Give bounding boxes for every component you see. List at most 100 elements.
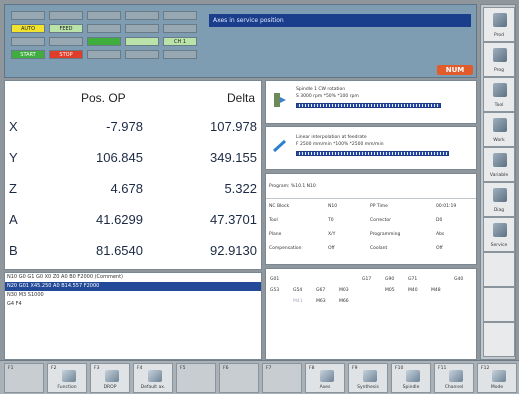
info-value: D0 [436,218,443,223]
info-value: Abs [436,232,445,237]
function-softkey[interactable]: F2 Function [47,363,87,393]
function-softkey[interactable]: F10 Spindle [391,363,431,393]
gcode-cell: M03 [339,288,349,293]
axis-name: X [9,119,18,134]
softkey-label: Axes [319,385,331,390]
mode-button[interactable]: START [11,50,45,59]
softkey-number: F2 [51,366,57,371]
gcode-cell: G17 [362,277,372,282]
softkey-label: Function [57,385,77,390]
status-header: AUTO FEED CH 1 START STOP Axes in service po… [4,4,477,78]
mode-button[interactable] [49,37,83,46]
function-softkey[interactable]: F11 Channel [434,363,474,393]
side-softkey[interactable]: Work [483,112,515,147]
function-softkey[interactable]: F12 Mode [477,363,517,393]
mode-button[interactable]: AUTO [11,24,45,33]
side-softkey[interactable]: Variable [483,147,515,182]
softkey-icon [148,370,162,382]
gcode-cell: M63 [316,299,326,304]
mode-button[interactable]: FEED [49,24,83,33]
mode-button[interactable] [87,11,121,20]
mode-button[interactable] [125,50,159,59]
softkey-icon [493,48,507,62]
side-softkey[interactable]: Prod [483,7,515,42]
softkey-number: F10 [395,366,404,371]
side-softkey[interactable]: Prog [483,42,515,77]
info-value: Off [436,246,443,251]
mode-button[interactable] [125,24,159,33]
softkey-number: F9 [352,366,358,371]
mode-button[interactable] [125,37,159,46]
function-softkey[interactable]: F1 [4,363,44,393]
softkey-icon [105,370,119,382]
side-softkey[interactable]: Tool [483,77,515,112]
side-softkey-label: Tool [494,103,504,108]
function-softkey[interactable]: F7 [262,363,302,393]
softkey-label: Synthesis [357,385,379,390]
axis-delta-value: 5.322 [224,181,257,196]
mode-button[interactable] [87,50,121,59]
softkey-icon [493,223,507,237]
softkey-number: F5 [180,366,186,371]
mode-button[interactable] [163,50,197,59]
axis-position-value: 81.6540 [96,243,143,258]
spindle-line-2: S 3000 rpm *50% *100 rpm [296,94,359,99]
interpolation-line-1: Linear interpolation at feedrate [296,135,367,140]
mode-button[interactable] [11,37,45,46]
function-softkey[interactable]: F3 DROP [90,363,130,393]
softkey-number: F11 [438,366,447,371]
side-softkey-label: Work [493,138,505,143]
mode-button[interactable] [163,11,197,20]
program-line[interactable]: N20 G01 X45.250 A0 B14.557 F2000 [5,282,261,291]
mode-button[interactable] [11,11,45,20]
mode-button[interactable] [49,11,83,20]
softkey-label: Default ax. [140,385,166,390]
axis-position-panel: Pos. OP Delta X -7.978 107.978 Y 106.845 349.… [4,80,262,270]
program-listing[interactable]: N10 G0 G1 G0 X0 Z0 A0 B0 F2000 (Comment)… [4,272,262,360]
axis-position-value: -7.978 [106,119,143,134]
axis-delta-value: 107.978 [210,119,257,134]
program-line[interactable]: N10 G0 G1 G0 X0 Z0 A0 B0 F2000 (Comment) [5,273,261,282]
mode-button[interactable] [163,24,197,33]
info-value: X/Y [328,232,336,237]
pos-op-header: Pos. OP [81,91,126,105]
gcode-cell: G53 [270,288,280,293]
side-softkey-bar: Prod Prog Tool Work Variable Diag Service [480,4,516,360]
side-softkey[interactable]: Diag [483,182,515,217]
softkey-icon [449,370,463,382]
function-softkey[interactable]: F5 [176,363,216,393]
divider [266,198,476,199]
side-softkey[interactable]: Service [483,217,515,252]
mode-button[interactable]: CH 1 [163,37,197,46]
side-softkey[interactable] [483,252,515,287]
function-softkey[interactable]: F8 Axes [305,363,345,393]
info-key: Coolant [370,246,388,251]
program-line[interactable]: N30 M3 S1000 [5,291,261,300]
mode-button[interactable] [87,37,121,46]
softkey-label: Spindle [402,385,420,390]
mode-button[interactable] [87,24,121,33]
softkey-number: F12 [481,366,490,371]
axis-name: Y [9,150,18,165]
side-softkey-label: Prog [494,68,504,73]
axis-row: Y 106.845 349.155 [5,142,261,176]
gcode-cell: G71 [408,277,418,282]
mode-button[interactable] [125,11,159,20]
info-value: N10 [328,204,338,209]
side-softkey-label: Diag [493,208,505,213]
info-key: NC Block [269,204,290,209]
program-label: Program: %10.1 N10 [269,184,316,189]
side-softkey[interactable] [483,322,515,357]
softkey-number: F7 [266,366,272,371]
function-softkey[interactable]: F4 Default ax. [133,363,173,393]
function-softkey[interactable]: F9 Synthesis [348,363,388,393]
softkey-icon [320,370,334,382]
function-softkey[interactable]: F6 [219,363,259,393]
softkey-icon [363,370,377,382]
softkey-label: Mode [490,385,504,390]
side-softkey-label: Prod [494,33,504,38]
mode-button[interactable]: STOP [49,50,83,59]
interpolation-status-box: Linear interpolation at feedrate F 2500 … [265,126,477,170]
side-softkey[interactable] [483,287,515,322]
program-line[interactable]: G4 F4 [5,300,261,309]
